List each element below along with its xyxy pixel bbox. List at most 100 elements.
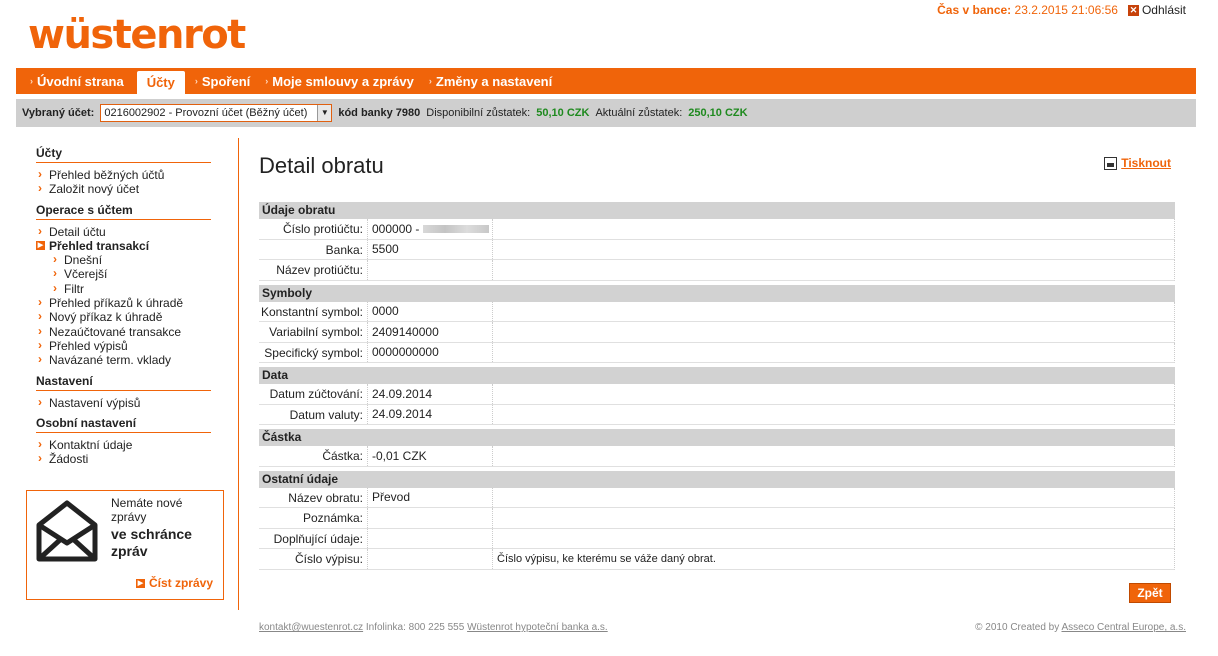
field-label: Datum zúčtování:: [259, 384, 368, 404]
field-value: 0000000000: [368, 342, 493, 362]
field-value: [368, 549, 493, 569]
tab-moje-smlouvy[interactable]: › Moje smlouvy a zprávy: [259, 68, 423, 94]
read-messages-link[interactable]: ▶ Číst zprávy: [135, 576, 213, 590]
field-label: Částka:: [259, 446, 368, 466]
footer-creator-link[interactable]: Asseco Central Europe, a.s.: [1061, 622, 1186, 633]
logout-button[interactable]: ✕ Odhlásit: [1127, 3, 1186, 17]
sidebar-section-title: Operace s účtem: [36, 203, 211, 220]
footer-copyright-text: © 2010 Created by: [975, 622, 1060, 633]
field-value: Převod: [368, 487, 493, 507]
logout-label: Odhlásit: [1141, 3, 1186, 17]
field-label: Číslo výpisu:: [259, 549, 368, 569]
back-button[interactable]: Zpět: [1129, 583, 1171, 603]
field-label: Doplňující údaje:: [259, 528, 368, 548]
sidebar-item-navazane-vklady[interactable]: Navázané term. vklady: [36, 352, 211, 367]
field-label: Variabilní symbol:: [259, 322, 368, 342]
field-value: 24.09.2014: [368, 404, 493, 424]
print-label: Tisknout: [1121, 156, 1171, 170]
chevron-right-icon: ›: [30, 76, 33, 86]
sidebar-section-ucty: Účty Přehled běžných účtů Založit nový ú…: [36, 146, 211, 197]
field-value: -0,01 CZK: [368, 446, 493, 466]
detail-row: Částka: -0,01 CZK: [259, 446, 1175, 467]
account-select-value: 0216002902 - Provozní účet (Běžný účet): [104, 107, 308, 119]
available-balance-value: 50,10 CZK: [536, 107, 590, 119]
sidebar-item-zalozit-novy-ucet[interactable]: Založit nový účet: [36, 181, 211, 196]
sidebar-item-prehled-vypisu[interactable]: Přehled výpisů: [36, 338, 211, 353]
tab-ucty[interactable]: Účty: [136, 71, 185, 94]
chevron-down-icon: ▼: [317, 105, 332, 121]
sidebar-item-prehled-transakci[interactable]: Přehled transakcí: [36, 239, 211, 253]
account-select[interactable]: 0216002902 - Provozní účet (Běžný účet) …: [100, 104, 333, 122]
messages-line-strong: ve schránce: [111, 526, 192, 542]
detail-row: Variabilní symbol: 2409140000: [259, 322, 1175, 343]
brand-logo[interactable]: wüstenrot: [28, 12, 246, 58]
footer-contact: kontakt@wuestenrot.cz Infolinka: 800 225…: [259, 622, 608, 633]
envelope-icon: [36, 500, 98, 562]
sidebar-item-zadosti[interactable]: Žádosti: [36, 451, 211, 466]
sidebar-section-nastaveni: Nastavení Nastavení výpisů: [36, 374, 211, 410]
sidebar-item-detail-uctu[interactable]: Detail účtu: [36, 224, 211, 239]
detail-row: Název protiúčtu:: [259, 260, 1175, 281]
selected-account-label: Vybraný účet:: [22, 107, 95, 119]
sidebar-section-title: Osobní nastavení: [36, 416, 211, 433]
tab-label: Úvodní strana: [37, 73, 124, 89]
section-header: Údaje obratu: [259, 202, 1175, 219]
detail-row: Banka: 5500: [259, 239, 1175, 260]
header-tools: Čas v bance: 23.2.2015 21:06:56 ✕ Odhlás…: [937, 3, 1186, 17]
field-label: Číslo protiúčtu:: [259, 219, 368, 239]
messages-line: zprávy: [111, 510, 147, 524]
current-balance-value: 250,10 CZK: [688, 107, 748, 119]
available-balance-label: Disponibilní zůstatek:: [426, 107, 531, 119]
tab-uvodni-strana[interactable]: › Úvodní strana: [24, 68, 133, 94]
sidebar-item-kontaktni-udaje[interactable]: Kontaktní údaje: [36, 437, 211, 452]
sidebar-item-vcerejsi[interactable]: Včerejší: [36, 266, 211, 281]
sidebar-section-operace: Operace s účtem Detail účtu Přehled tran…: [36, 203, 211, 368]
detail-row: Datum zúčtování: 24.09.2014: [259, 384, 1175, 405]
tab-label: Změny a nastavení: [435, 73, 553, 89]
field-label: Poznámka:: [259, 508, 368, 528]
detail-row: Datum valuty: 24.09.2014: [259, 404, 1175, 425]
tab-label: Účty: [146, 75, 175, 90]
section-header: Částka: [259, 429, 1175, 446]
tab-label: Moje smlouvy a zprávy: [272, 73, 414, 89]
field-value: 0000: [368, 301, 493, 321]
sidebar-item-filtr[interactable]: Filtr: [36, 281, 211, 296]
bank-time: Čas v bance: 23.2.2015 21:06:56: [937, 3, 1118, 17]
tab-label: Spoření: [201, 73, 251, 89]
section-header: Ostatní údaje: [259, 470, 1175, 488]
detail-row: Specifický symbol: 0000000000: [259, 342, 1175, 363]
bank-code: kód banky 7980: [338, 107, 421, 119]
sidebar-item-prehled-prikazu[interactable]: Přehled příkazů k úhradě: [36, 295, 211, 310]
arrow-right-icon: ▶: [135, 578, 145, 588]
detail-row: Konstantní symbol: 0000: [259, 301, 1175, 322]
account-bar: Vybraný účet: 0216002902 - Provozní účet…: [16, 99, 1196, 127]
print-link[interactable]: Tisknout: [1104, 156, 1171, 170]
footer-email-link[interactable]: kontakt@wuestenrot.cz: [259, 622, 363, 633]
field-label: Specifický symbol:: [259, 342, 368, 362]
close-icon: ✕: [1127, 4, 1139, 16]
read-messages-label: Číst zprávy: [148, 576, 213, 590]
footer-copyright: © 2010 Created by Asseco Central Europe,…: [975, 622, 1186, 633]
transaction-detail: Údaje obratu Číslo protiúčtu: 000000 - B…: [259, 202, 1175, 570]
sidebar-item-nastaveni-vypisu[interactable]: Nastavení výpisů: [36, 395, 211, 410]
sidebar-section-osobni: Osobní nastavení Kontaktní údaje Žádosti: [36, 416, 211, 467]
tab-zmeny-nastaveni[interactable]: › Změny a nastavení: [423, 68, 561, 94]
main-navigation: › Úvodní strana Účty › Spoření › Moje smlou…: [16, 68, 1196, 94]
chevron-right-icon: ›: [428, 76, 432, 86]
chevron-right-icon: ›: [265, 76, 269, 86]
footer-bank-link[interactable]: Wüstenrot hypoteční banka a.s.: [467, 622, 608, 633]
messages-text: Nemáte nové zprávy ve schránce zpráv: [111, 496, 192, 560]
sidebar-item-dnesni[interactable]: Dnešní: [36, 252, 211, 267]
field-value: 5500: [368, 239, 493, 259]
detail-row: Číslo výpisu: Číslo výpisu, ke kterému s…: [259, 549, 1175, 570]
detail-row: Číslo protiúčtu: 000000 -: [259, 219, 1175, 240]
field-label: Název protiúčtu:: [259, 260, 368, 280]
field-label: Banka:: [259, 239, 368, 259]
tab-sporeni[interactable]: › Spoření: [189, 68, 259, 94]
sidebar-item-nezauctovane[interactable]: Nezaúčtované transakce: [36, 324, 211, 339]
field-value: 000000 -: [368, 219, 493, 239]
sidebar-item-novy-prikaz[interactable]: Nový příkaz k úhradě: [36, 309, 211, 324]
page-title: Detail obratu: [259, 153, 384, 178]
sidebar-item-prehled-beznych-uctu[interactable]: Přehled běžných účtů: [36, 167, 211, 182]
field-label: Konstantní symbol:: [259, 301, 368, 321]
